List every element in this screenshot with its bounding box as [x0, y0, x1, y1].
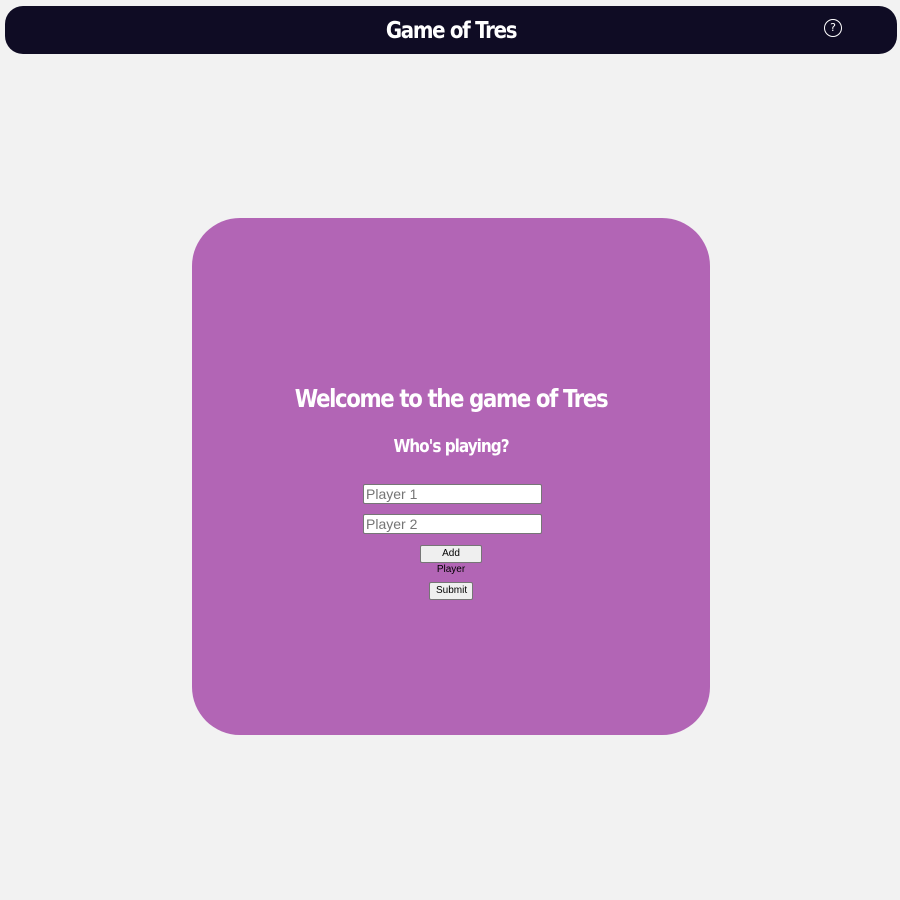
- app-header: Game of Tres ?: [5, 6, 897, 54]
- help-icon[interactable]: ?: [824, 19, 842, 37]
- welcome-heading: Welcome to the game of Tres: [294, 384, 609, 413]
- player-2-input[interactable]: [363, 514, 542, 534]
- submit-button[interactable]: Submit: [429, 582, 473, 600]
- add-player-button[interactable]: Add Player: [420, 545, 482, 575]
- player-1-input[interactable]: [363, 484, 542, 504]
- players-prompt: Who's playing?: [393, 436, 509, 457]
- app-title: Game of Tres: [385, 18, 518, 44]
- welcome-card: Welcome to the game of Tres Who's playin…: [192, 218, 710, 735]
